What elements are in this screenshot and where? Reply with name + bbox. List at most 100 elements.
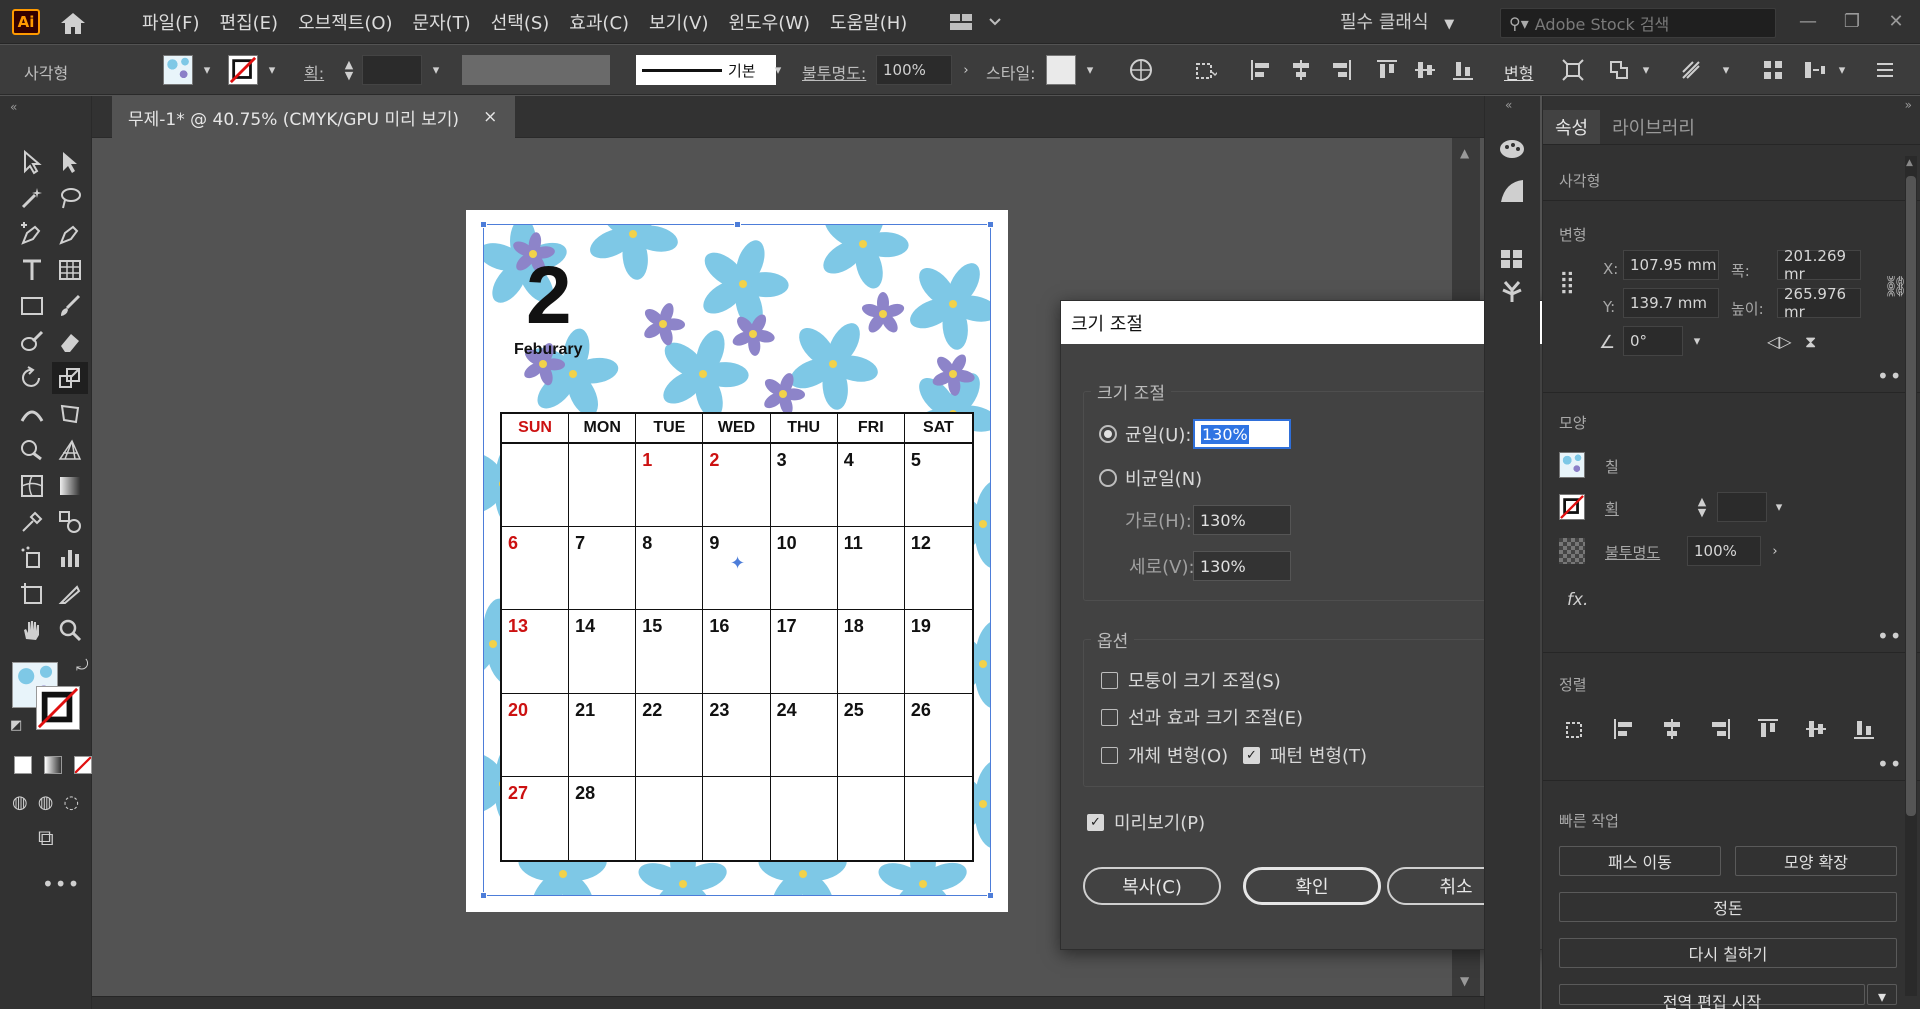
opacity-input[interactable]: 100% [876, 55, 952, 85]
global-edit-dropdown[interactable]: ▾ [1867, 984, 1897, 1006]
isolate-icon[interactable] [1558, 55, 1588, 85]
appearance-opacity-label[interactable]: 불투명도 [1605, 542, 1660, 563]
opacity-label[interactable]: 불투명도: [802, 60, 866, 84]
table-grid-tool-icon[interactable] [52, 254, 88, 286]
home-icon[interactable] [58, 10, 88, 36]
recolor-artwork-icon[interactable] [1126, 55, 1156, 85]
grid-distribute-icon[interactable] [1758, 55, 1788, 85]
vertical-input[interactable]: 130% [1193, 551, 1291, 581]
scroll-up-icon[interactable]: ▲ [1906, 158, 1913, 168]
menu-help[interactable]: 도움말(H) [820, 9, 917, 35]
perspective-grid-tool-icon[interactable] [52, 434, 88, 466]
slice-tool-icon[interactable] [52, 578, 88, 610]
eraser-tool-icon[interactable] [52, 326, 88, 358]
stroke-dropdown[interactable]: ▾ [260, 55, 284, 85]
rotate-tool-icon[interactable] [14, 362, 50, 394]
preview-checkbox[interactable]: ✓ [1087, 813, 1104, 831]
stroke-weight-input[interactable] [362, 55, 422, 85]
menu-view[interactable]: 보기(V) [639, 9, 718, 35]
scroll-up-icon[interactable]: ▲ [1460, 146, 1469, 160]
panel-menu-icon[interactable] [1870, 55, 1900, 85]
column-graph-tool-icon[interactable] [52, 542, 88, 574]
copy-button[interactable]: 복사(C) [1083, 867, 1221, 905]
panel-align-vcenter-icon[interactable] [1801, 714, 1831, 744]
blend-tool-icon[interactable] [52, 506, 88, 538]
transform-objects-option[interactable]: 개체 변형(O) [1101, 742, 1228, 768]
y-input[interactable]: 139.7 mm [1623, 288, 1719, 318]
transform-link[interactable]: 변형 [1504, 60, 1533, 84]
align-left-icon[interactable] [1246, 55, 1276, 85]
reference-point-icon[interactable]: ⣿ [1559, 270, 1575, 295]
appearance-opacity-arrow[interactable]: › [1763, 536, 1787, 566]
draw-behind-icon[interactable]: ◍ [38, 792, 54, 813]
default-colors-icon[interactable]: ◩ [10, 718, 22, 733]
uniform-input[interactable]: 130% [1193, 419, 1291, 449]
paintbrush-tool-icon[interactable] [52, 290, 88, 322]
document-tab[interactable]: 무제-1* @ 40.75% (CMYK/GPU 미리 보기) × [112, 96, 516, 138]
artboard-tool-icon[interactable] [14, 578, 50, 610]
scale-corners-option[interactable]: 모퉁이 크기 조절(S) [1101, 667, 1281, 693]
panel-align-right-icon[interactable] [1705, 714, 1735, 744]
align-right-icon[interactable] [1326, 55, 1356, 85]
appearance-stroke-input[interactable] [1717, 492, 1767, 522]
menu-select[interactable]: 선택(S) [481, 9, 560, 35]
flip-horizontal-icon[interactable]: ◁▷ [1767, 332, 1792, 351]
handle-bottom-left[interactable] [480, 892, 487, 899]
offset-path-button[interactable]: 패스 이동 [1559, 846, 1721, 876]
handle-top-center[interactable] [734, 221, 741, 228]
selection-bounding-box[interactable]: ✦ [480, 221, 994, 899]
flip-vertical-icon[interactable]: ⧗ [1805, 332, 1816, 352]
mesh-tool-icon[interactable] [14, 470, 50, 502]
collapse-panel-icon[interactable]: » [1905, 98, 1912, 112]
stroke-weight-dropdown[interactable]: ▾ [424, 55, 448, 85]
draw-inside-icon[interactable]: ◌ [63, 792, 79, 813]
color-mode-icon[interactable] [14, 756, 32, 774]
handle-top-left[interactable] [480, 221, 487, 228]
expand-dock-icon[interactable]: « [1505, 98, 1512, 112]
type-tool-icon[interactable] [14, 254, 50, 286]
scroll-thumb[interactable] [1906, 176, 1916, 816]
scale-strokes-option[interactable]: 선과 효과 크기 조절(E) [1101, 704, 1303, 730]
shape-options-dropdown[interactable]: ▾ [1634, 55, 1658, 85]
panel-align-top-icon[interactable] [1753, 714, 1783, 744]
gradient-panel-icon[interactable] [1497, 176, 1527, 210]
properties-scrollbar[interactable]: ▲ [1905, 156, 1917, 996]
swap-colors-icon[interactable]: ⤾ [76, 656, 89, 674]
draw-normal-icon[interactable]: ◍ [12, 792, 28, 813]
appearance-fill-swatch[interactable] [1559, 452, 1585, 478]
global-edit-button[interactable]: 전역 편집 시작 [1559, 984, 1865, 1009]
arrange-documents-button[interactable] [948, 11, 1008, 33]
zoom-tool-icon[interactable] [52, 614, 88, 646]
handle-top-right[interactable] [987, 221, 994, 228]
stroke-swatch[interactable] [228, 55, 258, 85]
graphic-style-swatch[interactable] [1046, 55, 1076, 85]
rotate-input[interactable]: 0° [1623, 326, 1683, 356]
handle-bottom-right[interactable] [987, 892, 994, 899]
panel-align-bottom-icon[interactable] [1849, 714, 1879, 744]
puppet-warp-icon[interactable] [1676, 55, 1706, 85]
align-bottom-icon[interactable] [1448, 55, 1478, 85]
shape-builder-tool-icon[interactable] [14, 434, 50, 466]
ok-button[interactable]: 확인 [1243, 867, 1381, 905]
width-tool-icon[interactable] [14, 398, 50, 430]
free-transform-tool-icon[interactable] [52, 398, 88, 430]
close-tab-icon[interactable]: × [483, 107, 497, 127]
stroke-stepper[interactable]: ▲ ▼ [334, 55, 364, 85]
magic-wand-tool-icon[interactable] [14, 182, 50, 214]
nonuniform-option[interactable]: 비균일(N) [1099, 465, 1202, 491]
recolor-button[interactable]: 다시 칠하기 [1559, 938, 1897, 968]
transform-patterns-checkbox[interactable]: ✓ [1243, 746, 1260, 764]
width-input[interactable]: 201.269 mr [1777, 247, 1861, 283]
appearance-opacity-input[interactable]: 100% [1687, 536, 1761, 566]
expand-appearance-button[interactable]: 모양 확장 [1735, 846, 1897, 876]
brush-definition[interactable]: 기본 [636, 55, 776, 85]
shape-builder-options-icon[interactable] [1604, 55, 1634, 85]
warp-dropdown[interactable]: ▾ [1714, 55, 1738, 85]
lasso-tool-icon[interactable] [52, 182, 88, 214]
none-mode-icon[interactable] [74, 756, 92, 774]
graphic-style-dropdown[interactable]: ▾ [1078, 55, 1102, 85]
pen-tool-icon[interactable] [14, 218, 50, 250]
menu-file[interactable]: 파일(F) [132, 9, 210, 35]
align-to-icon[interactable] [1190, 55, 1220, 85]
arrange-button[interactable]: 정돈 [1559, 892, 1897, 922]
